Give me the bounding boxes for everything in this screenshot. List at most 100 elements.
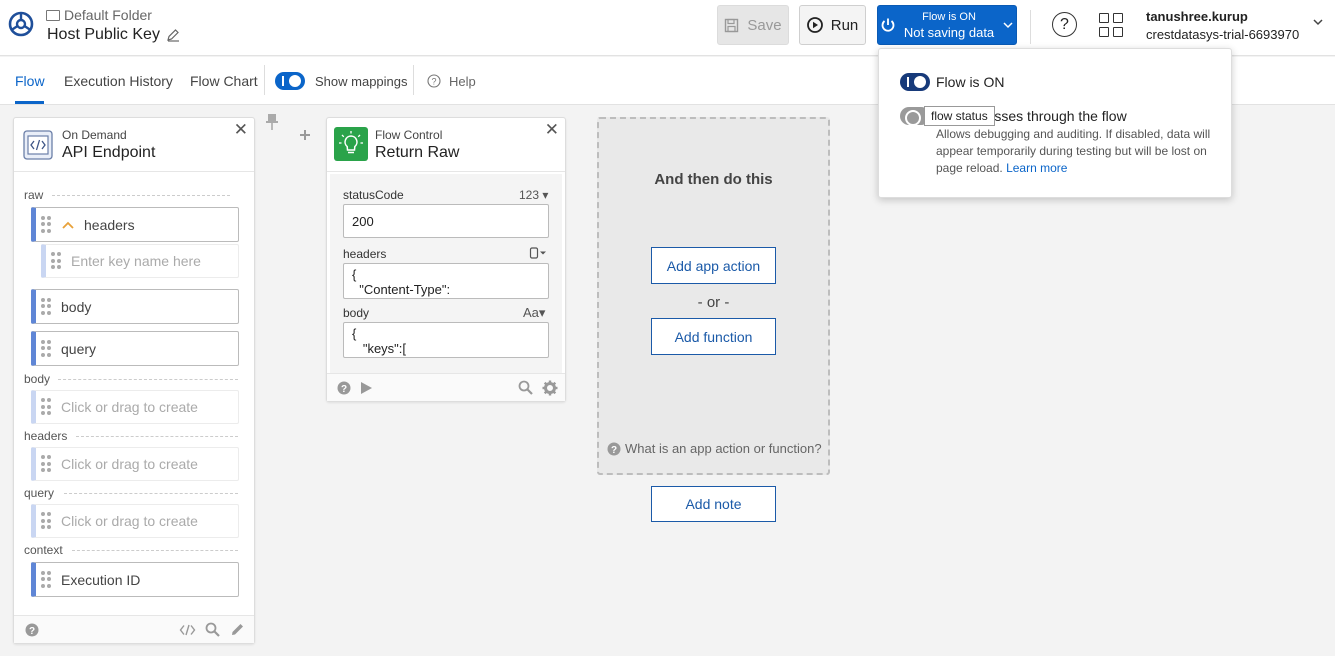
key-name-placeholder: Enter key name here — [71, 253, 201, 269]
flow-title-text: Host Public Key — [47, 26, 160, 43]
raw-body-field[interactable]: body — [31, 289, 239, 324]
trigger-card-header: On Demand API Endpoint ✕ — [14, 118, 254, 172]
section-query-label: query — [24, 486, 55, 500]
help-icon[interactable]: ? — [1052, 12, 1077, 37]
search-icon[interactable] — [205, 622, 220, 637]
play-icon[interactable] — [359, 381, 373, 395]
user-menu[interactable]: tanushree.kurup crestdatasys-trial-66939… — [1146, 8, 1299, 44]
edit-pencil-icon[interactable] — [166, 28, 180, 42]
drag-handle-icon[interactable] — [51, 252, 61, 270]
headers-create-field[interactable]: Click or drag to create — [31, 447, 239, 481]
raw-headers-field[interactable]: headers — [31, 207, 239, 242]
add-step-plus-icon[interactable] — [299, 129, 311, 141]
body-create-field[interactable]: Click or drag to create — [31, 390, 239, 424]
section-divider — [64, 493, 238, 494]
trigger-name: API Endpoint — [62, 144, 156, 161]
section-body-label: body — [24, 372, 51, 386]
drag-handle-icon[interactable] — [41, 339, 51, 358]
run-button[interactable]: Run — [799, 5, 866, 45]
help-circle-icon[interactable]: ? — [427, 74, 441, 88]
code-icon[interactable] — [179, 624, 196, 636]
show-mappings-label: Show mappings — [315, 74, 408, 89]
divider — [1030, 10, 1031, 44]
drag-handle-icon[interactable] — [41, 297, 51, 316]
flow-status-line1: Flow is ON — [922, 11, 976, 23]
folder-breadcrumb[interactable]: Default Folder — [46, 7, 152, 23]
run-label: Run — [830, 16, 859, 34]
help-circle-icon[interactable]: ? — [337, 381, 351, 395]
lightbulb-icon — [334, 127, 368, 161]
user-chevron-down-icon[interactable] — [1312, 16, 1324, 28]
flow-on-toggle[interactable] — [900, 73, 930, 91]
tab-execution-history[interactable]: Execution History — [64, 73, 173, 89]
body-label: body — [343, 306, 370, 320]
chevron-up-icon[interactable] — [61, 220, 75, 230]
drag-handle-icon[interactable] — [41, 398, 51, 416]
add-note-button[interactable]: Add note — [651, 486, 776, 522]
flow-status-button[interactable]: Flow is ON Not saving data — [877, 5, 1017, 45]
learn-more-link[interactable]: Learn more — [1006, 161, 1067, 175]
raw-query-field[interactable]: query — [31, 331, 239, 366]
return-kind: Flow Control — [375, 128, 443, 142]
section-headers-label: headers — [24, 429, 68, 443]
apps-grid-icon[interactable] — [1099, 13, 1123, 37]
active-tab-indicator — [15, 101, 44, 104]
status-code-label: statusCode — [343, 188, 404, 202]
chevron-down-icon — [1003, 22, 1013, 29]
next-step-dropzone[interactable]: And then do this Add app action - or - A… — [597, 117, 830, 475]
trigger-card-footer: ? — [14, 615, 254, 643]
power-icon — [881, 18, 895, 32]
drag-handle-icon[interactable] — [41, 512, 51, 530]
svg-text:?: ? — [341, 384, 347, 395]
key-name-input[interactable]: Enter key name here — [41, 244, 239, 278]
trigger-kind: On Demand — [62, 128, 127, 142]
body-type-text: Aa — [523, 305, 539, 320]
help-link[interactable]: Help — [449, 74, 476, 89]
headers-create-placeholder: Click or drag to create — [61, 456, 198, 472]
tab-flow-chart[interactable]: Flow Chart — [190, 73, 258, 89]
tab-flow[interactable]: Flow — [15, 73, 45, 89]
search-icon[interactable] — [518, 380, 533, 395]
edit-pencil-icon[interactable] — [230, 622, 245, 637]
help-circle-icon: ? — [607, 442, 621, 455]
status-code-type[interactable]: 123 ▾ — [519, 188, 548, 202]
svg-text:?: ? — [431, 77, 436, 87]
close-icon[interactable]: ✕ — [545, 120, 559, 140]
raw-query-label: query — [61, 340, 97, 357]
svg-text:?: ? — [29, 626, 35, 637]
raw-body-label: body — [61, 298, 92, 315]
section-raw-label: raw — [24, 188, 44, 202]
add-function-button[interactable]: Add function — [651, 318, 776, 355]
gear-icon[interactable] — [542, 380, 558, 396]
save-data-description-text: Allows debugging and auditing. If disabl… — [936, 127, 1211, 175]
user-org: crestdatasys-trial-6693970 — [1146, 27, 1300, 42]
section-divider — [52, 195, 230, 196]
close-icon[interactable]: ✕ — [234, 120, 248, 140]
dropzone-help-link[interactable]: ? What is an app action or function? — [607, 441, 822, 456]
body-create-placeholder: Click or drag to create — [61, 399, 198, 415]
raw-headers-label: headers — [84, 216, 135, 233]
app-logo-icon[interactable] — [8, 11, 34, 37]
section-divider — [72, 550, 238, 551]
pin-icon[interactable] — [265, 113, 279, 131]
headers-type-icon[interactable] — [529, 247, 547, 259]
query-create-field[interactable]: Click or drag to create — [31, 504, 239, 538]
drag-handle-icon[interactable] — [41, 570, 51, 589]
status-code-input[interactable]: 200 — [343, 204, 549, 238]
save-button[interactable]: Save — [717, 5, 789, 45]
execution-id-field[interactable]: Execution ID — [31, 562, 239, 597]
play-circle-icon — [806, 17, 823, 33]
body-input[interactable]: { "keys":[ — [343, 322, 549, 358]
drag-handle-icon[interactable] — [41, 215, 51, 234]
body-type[interactable]: Aa▾ — [523, 305, 545, 321]
add-app-action-button[interactable]: Add app action — [651, 247, 776, 284]
divider — [413, 65, 414, 95]
help-circle-icon[interactable]: ? — [25, 623, 39, 637]
show-mappings-toggle[interactable] — [275, 72, 305, 90]
flow-title[interactable]: Host Public Key — [47, 26, 180, 44]
drag-handle-icon[interactable] — [41, 455, 51, 473]
headers-input[interactable]: { "Content-Type": — [343, 263, 549, 299]
folder-name: Default Folder — [64, 7, 152, 23]
headers-label: headers — [343, 247, 387, 261]
user-name: tanushree.kurup — [1146, 9, 1248, 24]
